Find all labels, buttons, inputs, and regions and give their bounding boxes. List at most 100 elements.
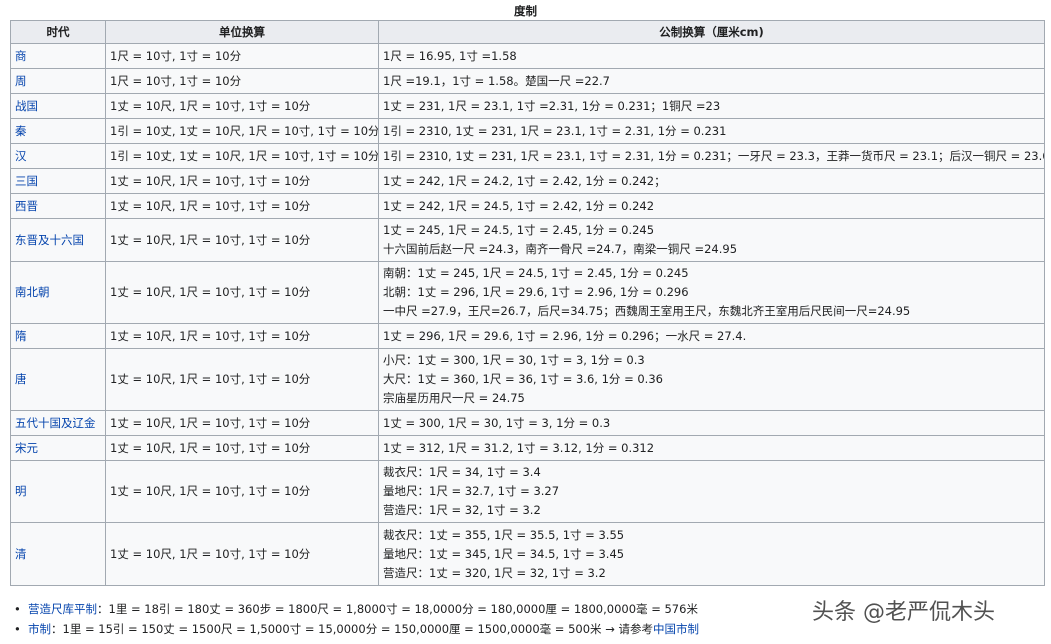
table-row: 明 1丈 = 10尺, 1尺 = 10寸, 1寸 = 10分 裁衣尺：1尺 = 34…: [10, 460, 1045, 523]
metric-conversion-cell: 南朝：1丈 = 245, 1尺 = 24.5, 1寸 = 2.45, 1分 = …: [378, 261, 1045, 324]
era-link[interactable]: 汉: [15, 149, 27, 163]
table-row: 唐 1丈 = 10尺, 1尺 = 10寸, 1寸 = 10分 小尺：1丈 = 300…: [10, 348, 1045, 411]
metric-line: 1丈 = 245, 1尺 = 24.5, 1寸 = 2.45, 1分 = 0.2…: [383, 223, 655, 237]
unit-conversion-cell: 1丈 = 10尺, 1尺 = 10寸, 1寸 = 10分: [105, 261, 379, 324]
metric-conversion-cell: 裁衣尺：1尺 = 34, 1寸 = 3.4 量地尺：1尺 = 32.7, 1寸 =…: [378, 460, 1045, 523]
metric-line: 大尺：1丈 = 360, 1尺 = 36, 1寸 = 3.6, 1分 = 0.3…: [383, 372, 663, 386]
metric-line: 1引 = 2310, 1丈 = 231, 1尺 = 23.1, 1寸 = 2.3…: [383, 148, 1045, 163]
era-cell: 汉: [10, 143, 106, 169]
bullet-icon: •: [14, 602, 21, 616]
era-link[interactable]: 商: [15, 49, 27, 63]
metric-conversion-cell: 1引 = 2310, 1丈 = 231, 1尺 = 23.1, 1寸 = 2.3…: [378, 118, 1045, 144]
metric-line: 1丈 = 312, 1尺 = 31.2, 1寸 = 3.12, 1分 = 0.3…: [383, 440, 655, 455]
era-link[interactable]: 隋: [15, 329, 27, 343]
unit-conversion-cell: 1丈 = 10尺, 1尺 = 10寸, 1寸 = 10分: [105, 168, 379, 194]
table-row: 五代十国及辽金 1丈 = 10尺, 1尺 = 10寸, 1寸 = 10分 1丈 = …: [10, 410, 1045, 436]
table-row: 三国 1丈 = 10尺, 1尺 = 10寸, 1寸 = 10分 1丈 = 242, …: [10, 168, 1045, 194]
metric-conversion-cell: 1引 = 2310, 1丈 = 231, 1尺 = 23.1, 1寸 = 2.3…: [378, 143, 1045, 169]
footnote-2: • 市制：1里 = 15引 = 150丈 = 1500尺 = 1,5000寸 = …: [14, 620, 699, 638]
era-cell: 商: [10, 43, 106, 69]
era-link[interactable]: 东晋及十六国: [15, 233, 84, 247]
metric-line: 一中尺 =27.9，王尺=26.7，后尺=34.75；西魏周王室用王尺，东魏北齐…: [383, 304, 911, 318]
metric-conversion-cell: 1丈 = 300, 1尺 = 30, 1寸 = 3, 1分 = 0.3: [378, 410, 1045, 436]
era-cell: 宋元: [10, 435, 106, 461]
era-link[interactable]: 南北朝: [15, 285, 50, 299]
table-row: 东晋及十六国 1丈 = 10尺, 1尺 = 10寸, 1寸 = 10分 1丈 = 2…: [10, 218, 1045, 262]
table-caption: 度制: [514, 4, 537, 18]
footnote-text: ：1里 = 18引 = 180丈 = 360步 = 1800尺 = 1,8000…: [97, 602, 698, 616]
table-row: 南北朝 1丈 = 10尺, 1尺 = 10寸, 1寸 = 10分 南朝：1丈 = 2…: [10, 261, 1045, 324]
era-link[interactable]: 宋元: [15, 441, 38, 455]
era-cell: 隋: [10, 323, 106, 349]
era-cell: 西晋: [10, 193, 106, 219]
footnote-link-yingzao[interactable]: 营造尺库平制: [28, 602, 97, 616]
metric-line: 1丈 = 296, 1尺 = 29.6, 1寸 = 2.96, 1分 = 0.2…: [383, 328, 747, 343]
era-cell: 唐: [10, 348, 106, 411]
metric-conversion-cell: 1丈 = 312, 1尺 = 31.2, 1寸 = 3.12, 1分 = 0.3…: [378, 435, 1045, 461]
unit-conversion-cell: 1丈 = 10尺, 1尺 = 10寸, 1寸 = 10分: [105, 323, 379, 349]
footnote-link-shizhi[interactable]: 市制: [28, 622, 51, 636]
metric-line: 营造尺：1尺 = 32, 1寸 = 3.2: [383, 503, 541, 517]
metric-line: 1引 = 2310, 1丈 = 231, 1尺 = 23.1, 1寸 = 2.3…: [383, 123, 727, 138]
header-era: 时代: [10, 20, 106, 44]
table-row: 隋 1丈 = 10尺, 1尺 = 10寸, 1寸 = 10分 1丈 = 296, 1…: [10, 323, 1045, 349]
bullet-icon: •: [14, 622, 21, 636]
unit-conversion-cell: 1丈 = 10尺, 1尺 = 10寸, 1寸 = 10分: [105, 435, 379, 461]
metric-line: 十六国前后赵一尺 =24.3，南齐一骨尺 =24.7，南梁一铜尺 =24.95: [383, 242, 738, 256]
table-row: 秦 1引 = 10丈, 1丈 = 10尺, 1尺 = 10寸, 1寸 = 10分 1…: [10, 118, 1045, 144]
metric-line: 量地尺：1尺 = 32.7, 1寸 = 3.27: [383, 484, 560, 498]
table-row: 宋元 1丈 = 10尺, 1尺 = 10寸, 1寸 = 10分 1丈 = 312, …: [10, 435, 1045, 461]
era-cell: 周: [10, 68, 106, 94]
era-cell: 三国: [10, 168, 106, 194]
metric-conversion-cell: 1丈 = 296, 1尺 = 29.6, 1寸 = 2.96, 1分 = 0.2…: [378, 323, 1045, 349]
era-cell: 秦: [10, 118, 106, 144]
footnote-link-china-shizhi[interactable]: 中国市制: [653, 622, 699, 636]
table-header-row: 时代 单位换算 公制换算（厘米cm): [10, 20, 1045, 44]
table-row: 汉 1引 = 10丈, 1丈 = 10尺, 1尺 = 10寸, 1寸 = 10分 1…: [10, 143, 1045, 169]
unit-conversion-cell: 1尺 = 10寸, 1寸 = 10分: [105, 68, 379, 94]
metric-line: 北朝：1丈 = 296, 1尺 = 29.6, 1寸 = 2.96, 1分 = …: [383, 285, 689, 299]
era-link[interactable]: 三国: [15, 174, 38, 188]
watermark: 头条 @老严侃木头: [812, 600, 995, 625]
header-unit: 单位换算: [105, 20, 379, 44]
metric-conversion-cell: 1丈 = 245, 1尺 = 24.5, 1寸 = 2.45, 1分 = 0.2…: [378, 218, 1045, 262]
unit-conversion-cell: 1丈 = 10尺, 1尺 = 10寸, 1寸 = 10分: [105, 218, 379, 262]
era-link[interactable]: 五代十国及辽金: [15, 416, 96, 430]
era-link[interactable]: 清: [15, 547, 27, 561]
unit-conversion-cell: 1引 = 10丈, 1丈 = 10尺, 1尺 = 10寸, 1寸 = 10分: [105, 118, 379, 144]
era-link[interactable]: 周: [15, 74, 27, 88]
unit-conversion-cell: 1尺 = 10寸, 1寸 = 10分: [105, 43, 379, 69]
metric-line: 1尺 = 16.95, 1寸 =1.58: [383, 48, 517, 63]
era-cell: 南北朝: [10, 261, 106, 324]
metric-line: 1尺 =19.1，1寸 = 1.58。楚国一尺 =22.7: [383, 73, 610, 88]
era-link[interactable]: 西晋: [15, 199, 38, 213]
era-cell: 战国: [10, 93, 106, 119]
era-link[interactable]: 明: [15, 484, 27, 498]
era-link[interactable]: 秦: [15, 124, 27, 138]
footnote-text: ：1里 = 15引 = 150丈 = 1500尺 = 1,5000寸 = 15,…: [51, 622, 653, 636]
metric-conversion-cell: 1丈 = 242, 1尺 = 24.2, 1寸 = 2.42, 1分 = 0.2…: [378, 168, 1045, 194]
table-row: 周 1尺 = 10寸, 1寸 = 10分 1尺 =19.1，1寸 = 1.58。楚国…: [10, 68, 1045, 94]
metric-conversion-cell: 1丈 = 231, 1尺 = 23.1, 1寸 =2.31, 1分 = 0.23…: [378, 93, 1045, 119]
era-cell: 清: [10, 522, 106, 586]
table-row: 战国 1丈 = 10尺, 1尺 = 10寸, 1寸 = 10分 1丈 = 231, …: [10, 93, 1045, 119]
metric-line: 1丈 = 242, 1尺 = 24.5, 1寸 = 2.42, 1分 = 0.2…: [383, 198, 655, 213]
era-cell: 五代十国及辽金: [10, 410, 106, 436]
metric-line: 1丈 = 300, 1尺 = 30, 1寸 = 3, 1分 = 0.3: [383, 415, 611, 430]
metric-line: 裁衣尺：1尺 = 34, 1寸 = 3.4: [383, 465, 541, 479]
unit-conversion-cell: 1丈 = 10尺, 1尺 = 10寸, 1寸 = 10分: [105, 348, 379, 411]
metric-conversion-cell: 1尺 =19.1，1寸 = 1.58。楚国一尺 =22.7: [378, 68, 1045, 94]
units-table: 时代 单位换算 公制换算（厘米cm) 商 1尺 = 10寸, 1寸 = 10分 1尺…: [10, 20, 1045, 586]
metric-line: 1丈 = 242, 1尺 = 24.2, 1寸 = 2.42, 1分 = 0.2…: [383, 173, 666, 188]
metric-conversion-cell: 1丈 = 242, 1尺 = 24.5, 1寸 = 2.42, 1分 = 0.2…: [378, 193, 1045, 219]
table-row: 清 1丈 = 10尺, 1尺 = 10寸, 1寸 = 10分 裁衣尺：1丈 = 35…: [10, 522, 1045, 586]
metric-conversion-cell: 小尺：1丈 = 300, 1尺 = 30, 1寸 = 3, 1分 = 0.3 大尺…: [378, 348, 1045, 411]
metric-line: 小尺：1丈 = 300, 1尺 = 30, 1寸 = 3, 1分 = 0.3: [383, 353, 645, 367]
metric-line: 南朝：1丈 = 245, 1尺 = 24.5, 1寸 = 2.45, 1分 = …: [383, 266, 689, 280]
unit-conversion-cell: 1丈 = 10尺, 1尺 = 10寸, 1寸 = 10分: [105, 522, 379, 586]
era-link[interactable]: 战国: [15, 99, 38, 113]
unit-conversion-cell: 1丈 = 10尺, 1尺 = 10寸, 1寸 = 10分: [105, 193, 379, 219]
unit-conversion-cell: 1引 = 10丈, 1丈 = 10尺, 1尺 = 10寸, 1寸 = 10分: [105, 143, 379, 169]
table-row: 商 1尺 = 10寸, 1寸 = 10分 1尺 = 16.95, 1寸 =1.58: [10, 43, 1045, 69]
era-link[interactable]: 唐: [15, 372, 27, 386]
